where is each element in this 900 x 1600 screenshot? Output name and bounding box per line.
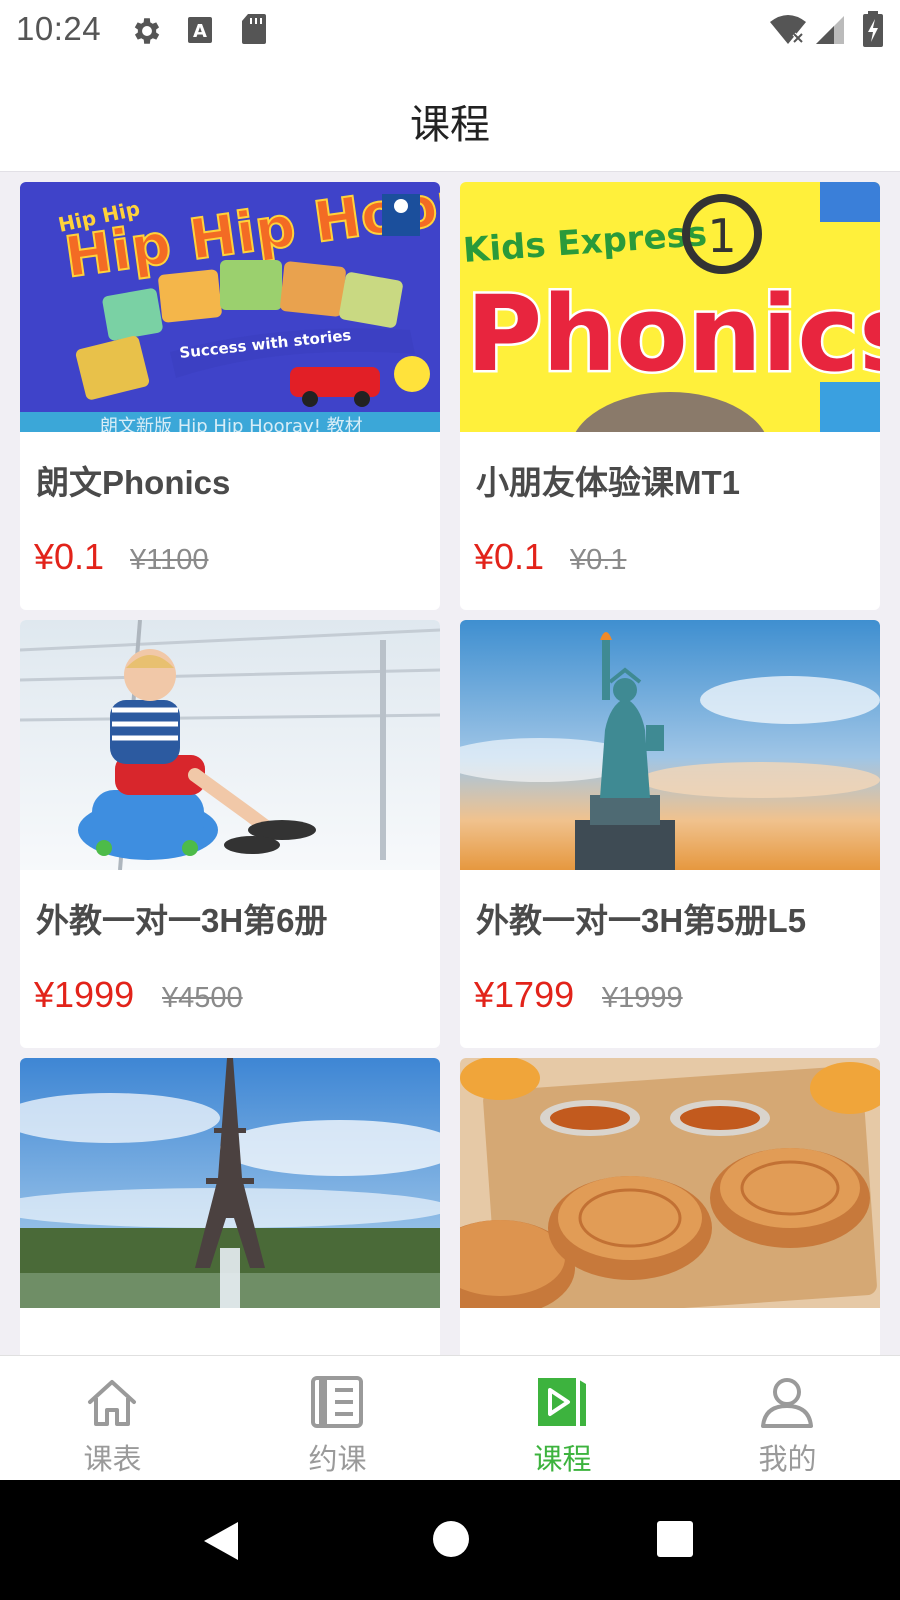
notebook-icon: [311, 1376, 363, 1428]
course-thumbnail-hip-hip-hooray: Hip Hip Hip Hip Hooray! Success with sto…: [20, 182, 440, 432]
course-original-price: ¥1100: [130, 544, 209, 576]
settings-gear-icon: [134, 18, 160, 44]
home-icon: [88, 1380, 136, 1426]
home-circle-icon[interactable]: [432, 1520, 470, 1558]
tab-label: 课表: [83, 1444, 142, 1476]
wifi-icon: [770, 15, 806, 44]
recents-icon[interactable]: [656, 1520, 694, 1558]
course-name: 外教一对一3H第6册: [36, 902, 328, 939]
course-thumbnail-statue-of-liberty: [460, 620, 880, 870]
course-price: ¥1799: [474, 974, 575, 1015]
tab-label: 约课: [308, 1444, 367, 1476]
course-price: ¥0.1: [34, 536, 105, 577]
course-card[interactable]: Kids Express 1 Phonics 小朋友体验课MT1 ¥0.1 ¥0…: [460, 182, 880, 610]
sd-card-icon: [242, 14, 266, 44]
svg-text:A: A: [193, 21, 207, 42]
course-card[interactable]: 外教一对一3H第5册L5 ¥1799 ¥1999: [460, 620, 880, 1048]
battery-charging-icon: [863, 11, 883, 47]
course-thumbnail-eiffel-tower: [20, 1058, 440, 1308]
course-card[interactable]: 外教一对一3H第6册 ¥1999 ¥4500: [20, 620, 440, 1048]
course-name: 外教一对一3H第5册L5: [476, 902, 807, 939]
course-grid: Hip Hip Hip Hip Hooray! Success with sto…: [0, 172, 900, 1355]
cover-banner: 朗文新版 Hip Hip Hooray! 教材: [100, 416, 363, 432]
tab-profile[interactable]: 我的: [675, 1356, 900, 1481]
page-title: 课程: [410, 103, 490, 147]
status-bar: 10:24 A: [0, 0, 900, 62]
cover-title: Phonics: [466, 273, 880, 395]
title-bar: 课程: [0, 62, 900, 172]
course-name: 小朋友体验课MT1: [476, 464, 740, 501]
course-play-icon: [538, 1378, 586, 1426]
cover-number: 1: [707, 209, 736, 263]
back-icon[interactable]: [202, 1520, 242, 1562]
tab-label: 课程: [533, 1444, 592, 1476]
cell-signal-icon: [816, 16, 844, 44]
course-thumbnail-boy-suitcase: [20, 620, 440, 870]
bottom-tab-bar: 课表 约课 课程 我的: [0, 1355, 900, 1480]
course-thumbnail-phonics: Kids Express 1 Phonics: [460, 182, 880, 432]
course-price: ¥1999: [34, 974, 135, 1015]
course-card[interactable]: [20, 1058, 440, 1355]
course-card[interactable]: Hip Hip Hip Hip Hooray! Success with sto…: [20, 182, 440, 610]
course-price: ¥0.1: [474, 536, 545, 577]
course-name: 朗文Phonics: [36, 464, 231, 501]
course-card[interactable]: [460, 1058, 880, 1355]
system-nav-bar: [0, 1480, 900, 1600]
course-original-price: ¥0.1: [570, 544, 627, 576]
course-thumbnail-mooncakes: [460, 1058, 880, 1308]
status-time: 10:24: [16, 10, 102, 47]
tab-courses[interactable]: 课程: [450, 1356, 675, 1481]
tab-schedule[interactable]: 课表: [0, 1356, 225, 1481]
tab-booking[interactable]: 约课: [225, 1356, 450, 1481]
course-original-price: ¥1999: [602, 982, 683, 1014]
course-original-price: ¥4500: [162, 982, 243, 1014]
tab-label: 我的: [758, 1444, 817, 1476]
user-icon: [761, 1378, 813, 1428]
keyboard-a-icon: A: [188, 17, 212, 43]
